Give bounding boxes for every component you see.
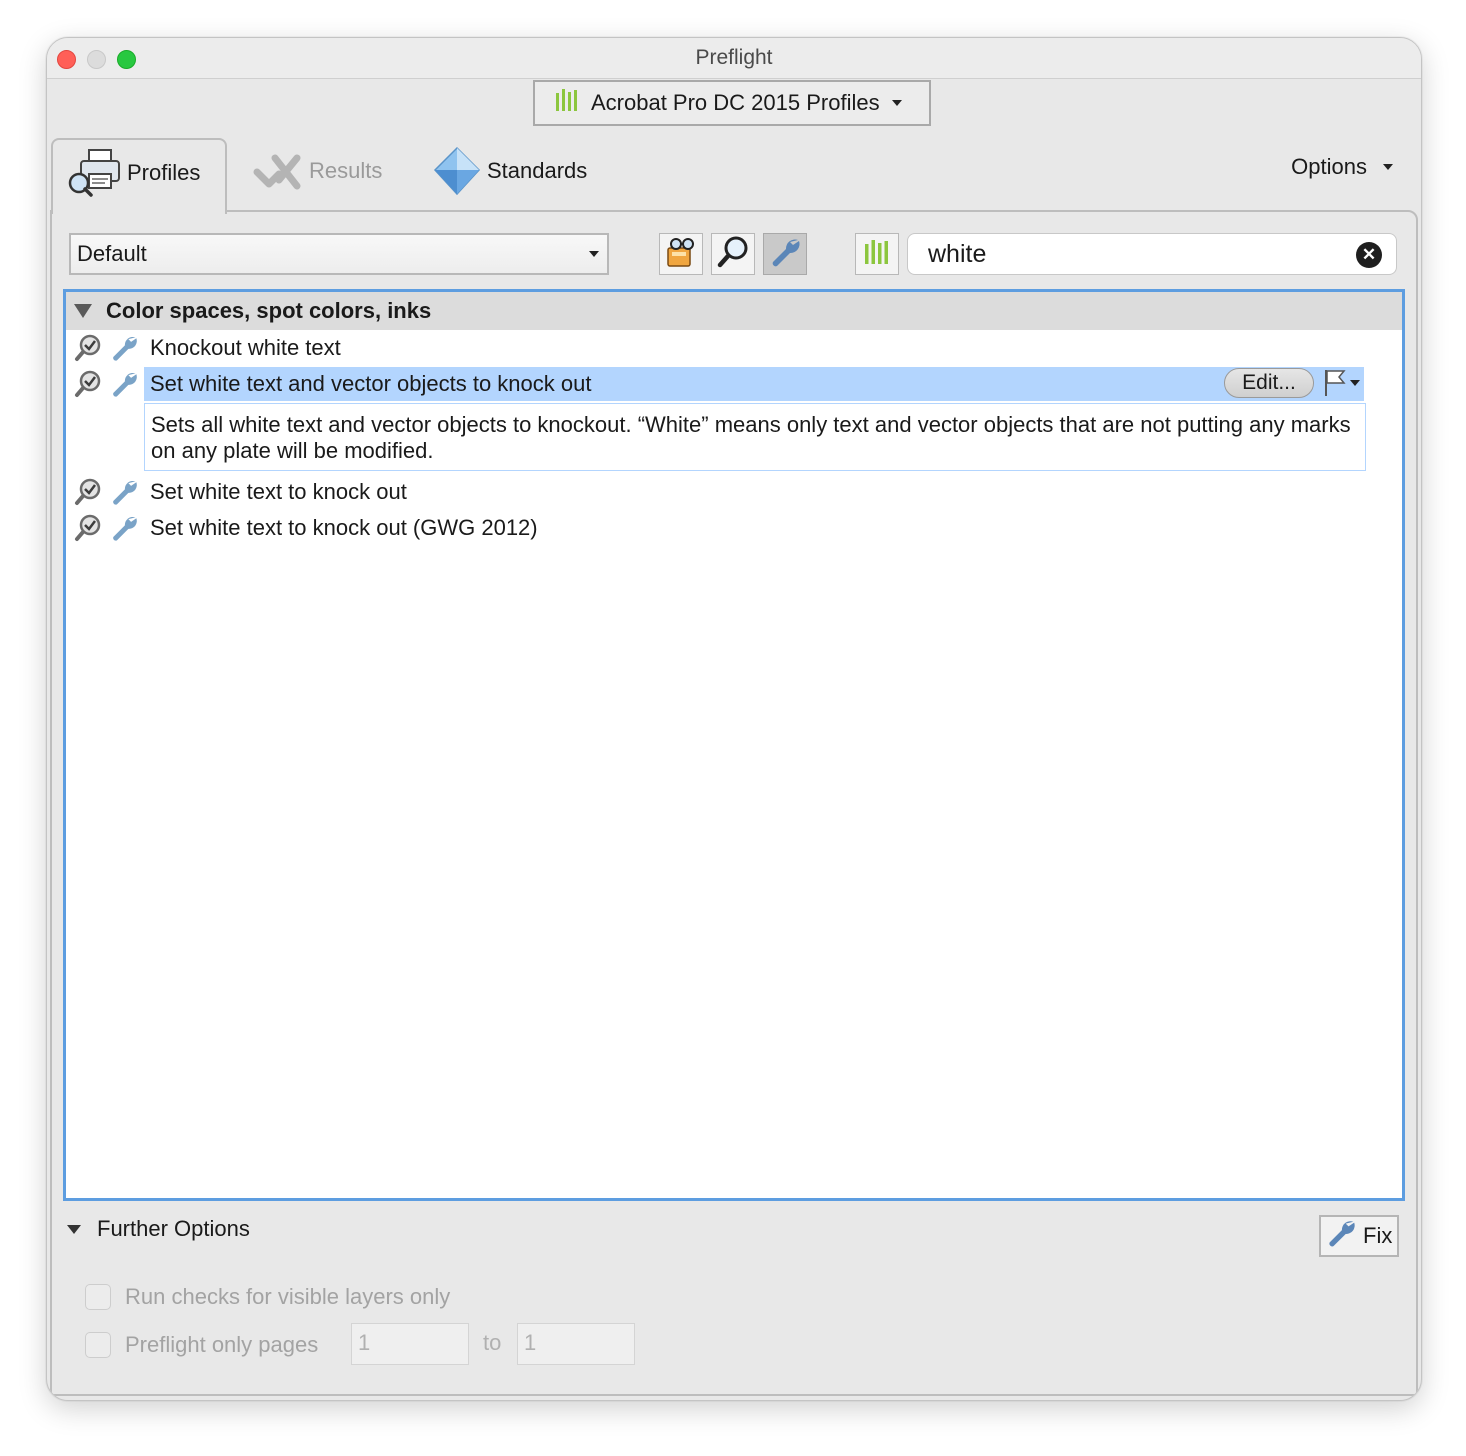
tab-profiles-label: Profiles: [127, 160, 201, 185]
tab-standards-label: Standards: [487, 158, 588, 183]
tab-results[interactable]: Results: [247, 138, 397, 208]
printer-magnifier-icon: [67, 148, 121, 203]
window-title: Preflight: [695, 46, 773, 69]
profile-library-label: Acrobat Pro DC 2015 Profiles: [591, 90, 880, 115]
options-label: Options: [1291, 154, 1367, 179]
tab-results-label: Results: [309, 158, 383, 183]
tab-bar: Profiles Results Standards: [51, 138, 1411, 214]
chevron-down-icon: [891, 100, 902, 106]
title-bar: Preflight: [47, 38, 1421, 79]
diamond-icon: [433, 146, 481, 201]
results-check-icon: [253, 150, 301, 199]
options-menu[interactable]: Options: [1291, 154, 1393, 180]
library-bars-icon: [555, 89, 579, 117]
tab-standards[interactable]: Standards: [429, 138, 619, 208]
preflight-window: Preflight Acrobat Pro DC 2015 Profiles P…: [46, 37, 1422, 1401]
content-frame: [50, 210, 1418, 1396]
tab-profiles[interactable]: Profiles: [51, 138, 227, 214]
chevron-down-icon: [1383, 164, 1393, 170]
profile-library-dropdown[interactable]: Acrobat Pro DC 2015 Profiles: [533, 80, 931, 126]
